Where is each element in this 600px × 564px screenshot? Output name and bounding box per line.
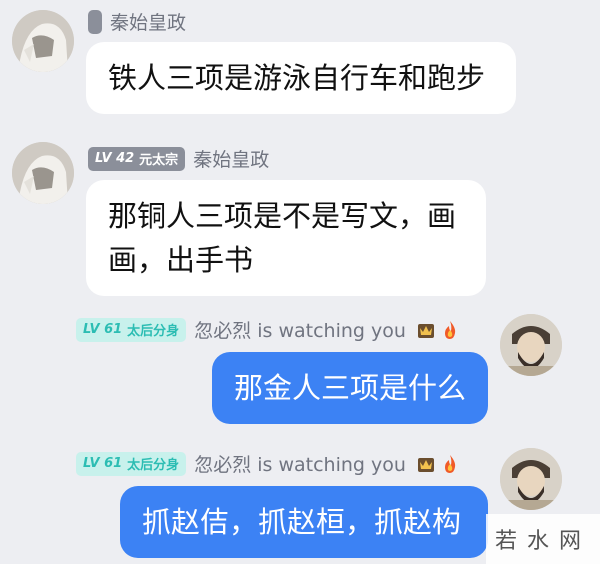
bearded-man-avatar-icon: [500, 314, 562, 376]
sender-meta: LV 42 元太宗 秦始皇政: [88, 145, 269, 172]
message-bubble[interactable]: 抓赵佶，抓赵桓，抓赵构: [120, 486, 488, 558]
avatar[interactable]: [12, 10, 74, 72]
sender-meta: 秦始皇政: [88, 8, 186, 35]
message-text-line: 那铜人三项是不是写文，画: [108, 199, 457, 233]
rank-badge: LV 61 太后分身: [76, 317, 187, 342]
watermark: 若水网: [486, 514, 600, 564]
fire-icon: [444, 454, 456, 473]
crown-badge-icon: [417, 323, 434, 338]
level-text: LV 61: [83, 456, 123, 471]
message-bubble[interactable]: 铁人三项是游泳自行车和跑步: [86, 42, 516, 114]
sender-name[interactable]: 忽必烈 is watching you: [194, 450, 406, 477]
sender-icons: [416, 320, 460, 340]
message-text: 那金人三项是什么: [234, 371, 467, 405]
badge-text: 太后分身: [127, 458, 180, 473]
rank-badge: LV 42 元太宗: [88, 146, 186, 171]
message-text: 抓赵佶，抓赵桓，抓赵构: [142, 505, 462, 539]
sender-icons: [416, 454, 460, 474]
sender-meta: LV 61 太后分身 忽必烈 is watching you: [76, 316, 460, 343]
sender-meta: LV 61 太后分身 忽必烈 is watching you: [76, 450, 460, 477]
rank-badge: [88, 9, 102, 34]
bearded-man-avatar-icon: [500, 448, 562, 510]
badge-text: 太后分身: [127, 324, 180, 339]
avatar[interactable]: [500, 314, 562, 376]
level-text: LV 61: [83, 322, 123, 337]
crown-badge-icon: [417, 457, 434, 472]
sender-name[interactable]: 忽必烈 is watching you: [194, 316, 406, 343]
avatar[interactable]: [500, 448, 562, 510]
sculpture-avatar-icon: [12, 10, 74, 72]
badge-text: 元太宗: [139, 153, 179, 168]
fire-icon: [444, 320, 456, 339]
sculpture-avatar-icon: [12, 142, 74, 204]
message-bubble[interactable]: 那金人三项是什么: [212, 352, 488, 424]
level-text: LV 42: [95, 151, 135, 166]
sender-name[interactable]: 秦始皇政: [193, 145, 269, 172]
message-text: 铁人三项是游泳自行车和跑步: [108, 61, 486, 95]
avatar[interactable]: [12, 142, 74, 204]
message-text-line: 画，出手书: [108, 243, 254, 277]
message-bubble[interactable]: 那铜人三项是不是写文，画 画，出手书: [86, 180, 486, 296]
rank-badge: LV 61 太后分身: [76, 451, 187, 476]
sender-name[interactable]: 秦始皇政: [110, 8, 186, 35]
